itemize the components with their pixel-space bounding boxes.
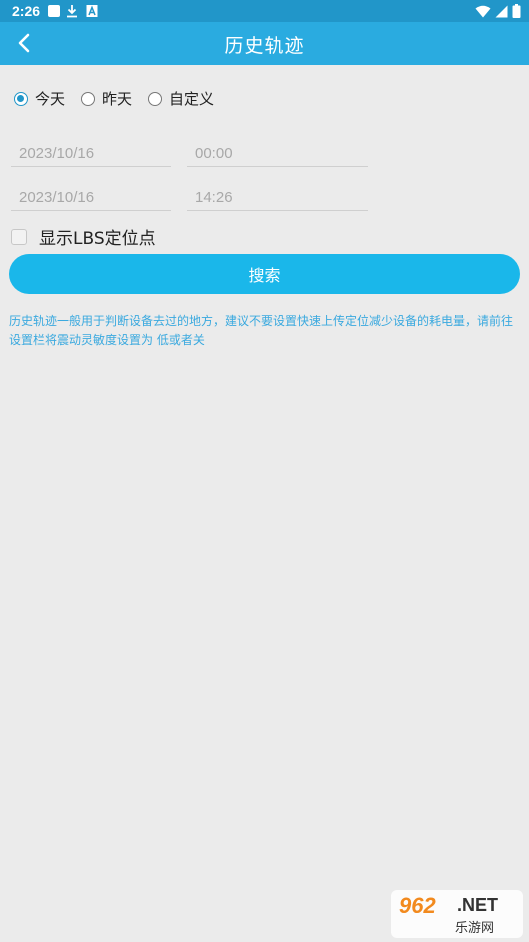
- signal-icon: [495, 5, 508, 17]
- status-right-icons: [475, 4, 521, 18]
- radio-label: 今天: [35, 90, 66, 108]
- search-button[interactable]: 搜索: [9, 254, 520, 294]
- date-range-radio-group: 今天 昨天 自定义: [14, 88, 230, 109]
- radio-unchecked-icon[interactable]: [148, 91, 163, 106]
- watermark-text: 乐游网: [455, 921, 495, 936]
- start-date-value: 2023/10/16: [19, 145, 95, 162]
- lbs-checkbox-row[interactable]: 显示LBS定位点: [11, 224, 156, 249]
- app-a-icon: [86, 5, 98, 17]
- radio-unchecked-icon[interactable]: [81, 91, 96, 106]
- watermark-domain: .NET: [457, 895, 499, 915]
- watermark-number: 962: [399, 893, 436, 918]
- radio-today[interactable]: 今天: [14, 88, 65, 109]
- end-time-field[interactable]: 14:26: [187, 186, 368, 211]
- status-time: 2:26: [12, 3, 41, 19]
- radio-label: 自定义: [169, 90, 215, 108]
- start-date-field[interactable]: 2023/10/16: [11, 142, 171, 167]
- hint-text: 历史轨迹一般用于判断设备去过的地方，建议不要设置快速上传定位减少设备的耗电量，请…: [9, 314, 514, 347]
- lbs-checkbox-label: 显示LBS定位点: [39, 229, 156, 249]
- watermark-logo: 962 .NET 乐游网: [391, 890, 523, 938]
- status-bar: 2:26: [0, 0, 529, 22]
- end-date-field[interactable]: 2023/10/16: [11, 186, 171, 211]
- start-time-value: 00:00: [195, 145, 233, 162]
- download-icon: [67, 5, 77, 18]
- end-time-value: 14:26: [195, 189, 233, 206]
- title-bar: 历史轨迹: [0, 22, 529, 65]
- start-time-field[interactable]: 00:00: [187, 142, 368, 167]
- radio-custom[interactable]: 自定义: [148, 88, 214, 109]
- notification-square-icon: [48, 5, 60, 17]
- battery-icon: [512, 4, 521, 18]
- page-title: 历史轨迹: [224, 35, 305, 57]
- wifi-icon: [475, 5, 491, 17]
- radio-yesterday[interactable]: 昨天: [81, 88, 132, 109]
- end-date-value: 2023/10/16: [19, 189, 95, 206]
- radio-checked-icon[interactable]: [14, 91, 28, 106]
- lbs-checkbox[interactable]: [11, 228, 27, 245]
- radio-label: 昨天: [102, 90, 133, 108]
